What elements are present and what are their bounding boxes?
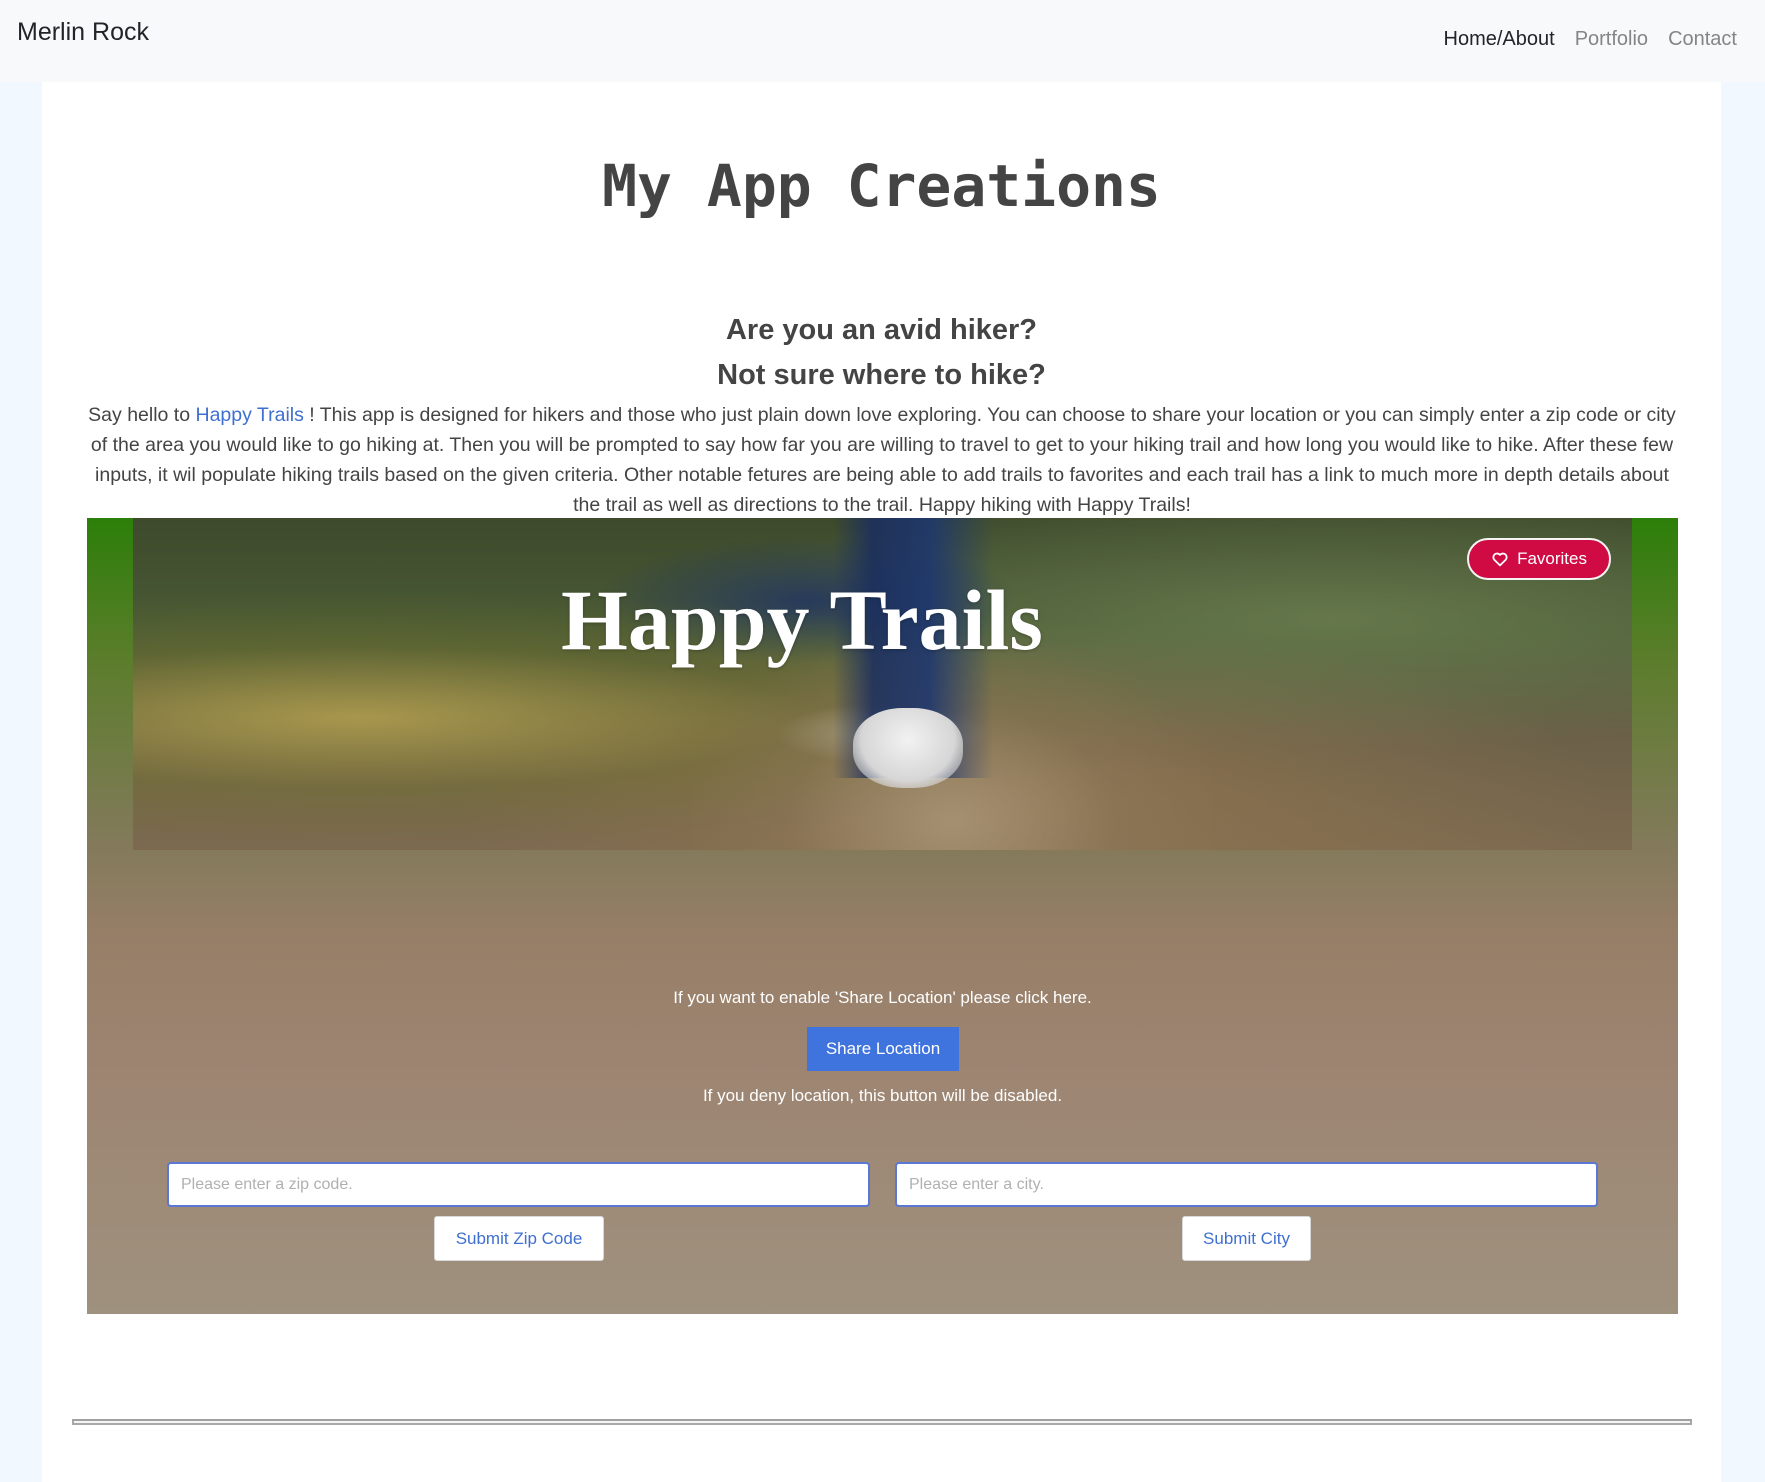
nav-link-contact[interactable]: Contact (1668, 28, 1737, 51)
hero-title: Happy Trails (561, 572, 1043, 668)
happy-trails-link[interactable]: Happy Trails (196, 404, 304, 426)
happy-trails-app-preview: Happy Trails Favorites If you want to en… (87, 518, 1678, 1314)
main-content: My App Creations Are you an avid hiker? … (42, 82, 1721, 1482)
hiker-shoe-graphic (853, 708, 963, 788)
nav-link-portfolio[interactable]: Portfolio (1575, 28, 1648, 51)
submit-zip-code-button[interactable]: Submit Zip Code (434, 1216, 604, 1261)
brand-logo-text[interactable]: Merlin Rock (17, 18, 149, 47)
heart-outline-icon (1492, 552, 1508, 567)
app-description: Say hello to Happy Trails ! This app is … (86, 400, 1678, 520)
subheading-avid-hiker: Are you an avid hiker? (725, 314, 1038, 346)
city-input[interactable] (895, 1162, 1598, 1207)
favorites-label: Favorites (1517, 549, 1587, 568)
subheading-where-to-hike: Not sure where to hike? (717, 359, 1046, 391)
deny-location-note: If you deny location, this button will b… (702, 1086, 1063, 1105)
nav-links: Home/About Portfolio Contact (1444, 28, 1737, 51)
hero-banner-image: Happy Trails (133, 518, 1632, 850)
nav-link-home-about[interactable]: Home/About (1444, 28, 1555, 51)
description-body: ! This app is designed for hikers and th… (90, 404, 1676, 516)
description-prefix: Say hello to (88, 404, 196, 426)
submit-city-button[interactable]: Submit City (1182, 1216, 1311, 1261)
share-location-prompt: If you want to enable 'Share Location' p… (673, 988, 1092, 1007)
page-title: My App Creations (602, 152, 1161, 220)
top-navbar: Merlin Rock Home/About Portfolio Contact (0, 0, 1765, 82)
share-location-button[interactable]: Share Location (807, 1027, 959, 1071)
favorites-button[interactable]: Favorites (1467, 538, 1611, 580)
section-divider (72, 1419, 1692, 1425)
zip-code-input[interactable] (167, 1162, 870, 1207)
